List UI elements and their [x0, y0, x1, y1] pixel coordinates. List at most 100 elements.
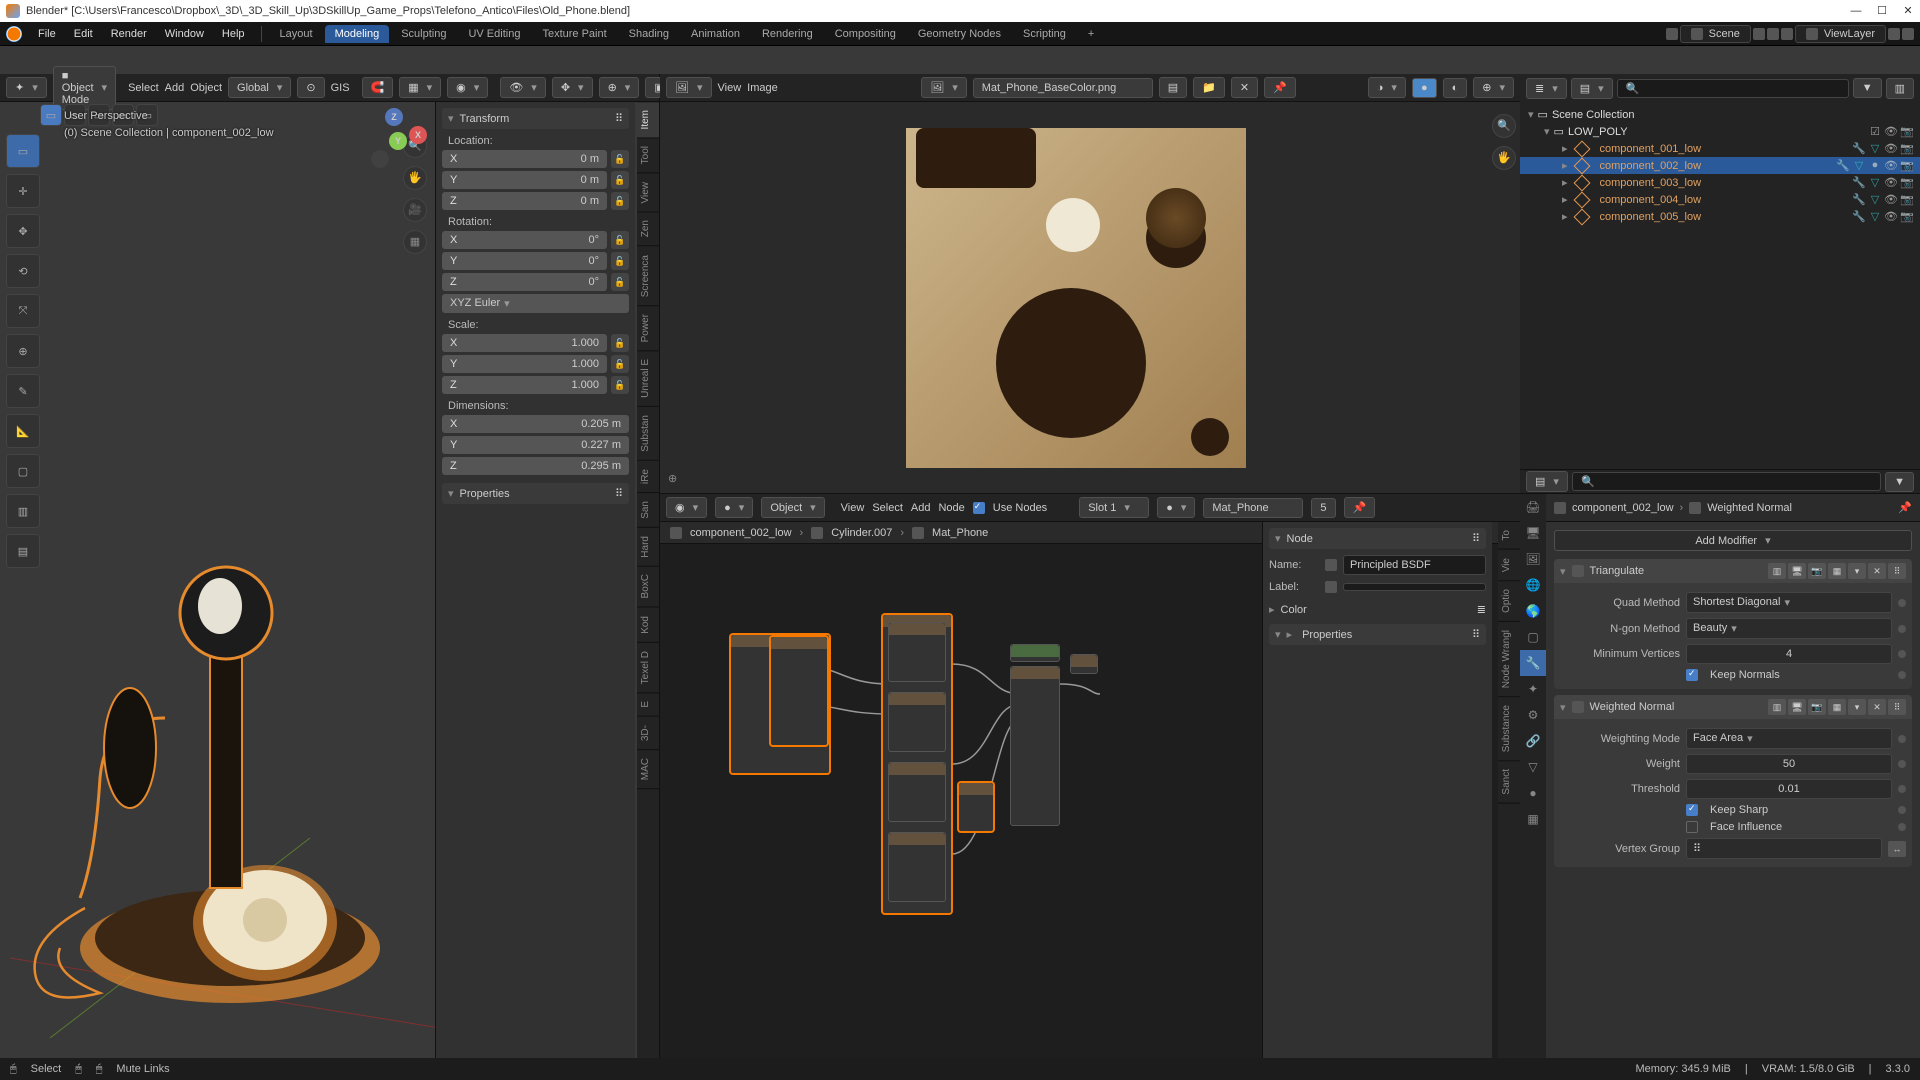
close-button[interactable]: ✕ [1902, 5, 1914, 17]
prop-tab-scene[interactable]: 🌐 [1520, 572, 1546, 598]
side-tab-unreal-e[interactable]: Unreal E [637, 351, 659, 407]
material-icon[interactable]: ● [1868, 159, 1882, 172]
node-sidebar-props-header[interactable]: ▸Properties⠿ [1269, 624, 1486, 645]
tab-rendering[interactable]: Rendering [752, 25, 823, 43]
node-addshader[interactable] [1010, 644, 1060, 662]
image-canvas[interactable]: ⊕ [660, 102, 1492, 493]
eye-icon[interactable]: 👁 [1884, 159, 1898, 172]
tab-texturepaint[interactable]: Texture Paint [532, 25, 616, 43]
tab-shading[interactable]: Shading [619, 25, 679, 43]
tool-annotate[interactable]: ✎ [6, 374, 40, 408]
tab-scripting[interactable]: Scripting [1013, 25, 1076, 43]
prop-tab-viewlayer[interactable]: 🖼 [1520, 546, 1546, 572]
prop-tab-modifiers[interactable]: 🔧 [1520, 650, 1546, 676]
ne-select[interactable]: Select [872, 502, 903, 514]
node-side-tab-sanct[interactable]: Sanct [1498, 761, 1520, 804]
mode-select[interactable]: ■ Object Mode [53, 66, 116, 110]
header-add[interactable]: Add [165, 82, 185, 94]
gizmo-toggle[interactable]: ✥ [552, 77, 593, 98]
mod-render-icon[interactable]: 📷 [1808, 699, 1826, 715]
tab-compositing[interactable]: Compositing [825, 25, 906, 43]
editor-type-image[interactable]: 🖼 [666, 77, 712, 98]
modifier-icon[interactable]: 🔧 [1852, 210, 1866, 223]
mod-check[interactable] [1686, 669, 1698, 681]
image-open-icon[interactable]: 📁 [1193, 77, 1225, 98]
modifier-icon[interactable]: 🔧 [1852, 142, 1866, 155]
tab-uvediting[interactable]: UV Editing [458, 25, 530, 43]
lock-icon[interactable]: 🔓 [611, 231, 629, 249]
header-gis[interactable]: GIS [331, 82, 350, 94]
mod-realtime-icon[interactable]: 🖥 [1788, 563, 1806, 579]
overlay-toggle[interactable]: ⊕ [599, 77, 640, 98]
scale-x-field[interactable]: X1.000 [442, 334, 607, 352]
lock-icon[interactable]: 🔓 [611, 252, 629, 270]
mod-row-value[interactable]: Shortest Diagonal [1686, 592, 1892, 613]
header-select[interactable]: Select [128, 82, 159, 94]
ie-zoom-icon[interactable]: 🔍 [1492, 114, 1516, 138]
side-tab-san[interactable]: San [637, 493, 659, 528]
outliner-item-component_004_low[interactable]: ▸component_004_low🔧▽👁📷 [1520, 191, 1920, 208]
lock-icon[interactable]: 🔓 [611, 376, 629, 394]
ie-view[interactable]: View [718, 82, 742, 94]
mod-dropdown-icon[interactable]: ▾ [1848, 563, 1866, 579]
side-tab-hard[interactable]: Hard [637, 528, 659, 567]
rotation-mode-select[interactable]: XYZ Euler [442, 294, 629, 313]
anim-dot-icon[interactable] [1898, 760, 1906, 768]
drag-dots-icon[interactable]: ⠿ [615, 487, 623, 500]
eye-icon[interactable]: 👁 [1884, 210, 1898, 223]
snap-magnet-icon[interactable]: 🧲 [362, 77, 394, 98]
tab-layout[interactable]: Layout [270, 25, 323, 43]
viewlayer-new-icon[interactable] [1888, 28, 1900, 40]
ne-add[interactable]: Add [911, 502, 931, 514]
mod-editmode-icon[interactable]: ▥ [1768, 563, 1786, 579]
editor-type-outliner[interactable]: ≣ [1526, 78, 1567, 99]
rot-x-field[interactable]: X0° [442, 231, 607, 249]
ne-node[interactable]: Node [938, 502, 964, 514]
snap-mode-icon[interactable]: ▦ [399, 77, 441, 98]
node-label-input[interactable] [1343, 583, 1486, 591]
outliner-collection-lowpoly[interactable]: ▾▭LOW_POLY ☑👁📷 [1520, 123, 1920, 140]
mod-editmode-icon[interactable]: ▥ [1768, 699, 1786, 715]
mesh-data-icon[interactable]: ▽ [1868, 142, 1882, 155]
editor-type-3dview[interactable]: ✦ [6, 77, 47, 98]
anim-dot-icon[interactable] [1898, 806, 1906, 814]
lock-icon[interactable]: 🔓 [611, 334, 629, 352]
side-tab-3d-[interactable]: 3D- [637, 717, 659, 750]
node-name-input[interactable]: Principled BSDF [1343, 555, 1486, 575]
vertex-group-invert-icon[interactable]: ↔ [1888, 841, 1906, 857]
shader-type[interactable]: ● [715, 497, 753, 518]
ie-display-channels[interactable]: ◑ [1368, 77, 1406, 98]
blender-logo-icon[interactable] [6, 26, 22, 42]
modifier-icon[interactable]: 🔧 [1852, 176, 1866, 189]
node-side-tab-vie[interactable]: Vie [1498, 550, 1520, 581]
slot-select[interactable]: Slot 1 [1079, 497, 1149, 518]
node-side-tab-to[interactable]: To [1498, 522, 1520, 550]
mod-row-value[interactable]: Beauty [1686, 618, 1892, 639]
eye-icon[interactable]: 👁 [1884, 193, 1898, 206]
viewlayer-delete-icon[interactable] [1902, 28, 1914, 40]
ie-alpha-icon[interactable]: ◐ [1443, 78, 1468, 98]
lock-icon[interactable]: 🔓 [611, 171, 629, 189]
viewport-3d[interactable]: ✦ ■ Object Mode Select Add Object Global… [0, 74, 660, 1058]
use-nodes-check[interactable] [973, 502, 985, 514]
tab-geonodes[interactable]: Geometry Nodes [908, 25, 1011, 43]
menu-edit[interactable]: Edit [66, 26, 101, 42]
rot-y-field[interactable]: Y0° [442, 252, 607, 270]
menu-window[interactable]: Window [157, 26, 212, 42]
menu-render[interactable]: Render [103, 26, 155, 42]
lock-icon[interactable]: 🔓 [611, 355, 629, 373]
mesh-data-icon[interactable]: ▽ [1868, 176, 1882, 189]
mod-check[interactable] [1686, 821, 1698, 833]
bc-obj[interactable]: component_002_low [690, 527, 792, 539]
camera-icon[interactable]: 📷 [1900, 176, 1914, 189]
outliner-display-mode[interactable]: ▤ [1571, 78, 1613, 99]
loc-x-field[interactable]: X0 m [442, 150, 607, 168]
prop-tab-world[interactable]: 🌎 [1520, 598, 1546, 624]
tab-sculpting[interactable]: Sculpting [391, 25, 456, 43]
menu-help[interactable]: Help [214, 26, 253, 42]
anim-dot-icon[interactable] [1898, 671, 1906, 679]
prop-tab-particles[interactable]: ✦ [1520, 676, 1546, 702]
anim-dot-icon[interactable] [1898, 735, 1906, 743]
prop-tab-physics[interactable]: ⚙ [1520, 702, 1546, 728]
mod-extra-icon[interactable]: ⠿ [1888, 699, 1906, 715]
